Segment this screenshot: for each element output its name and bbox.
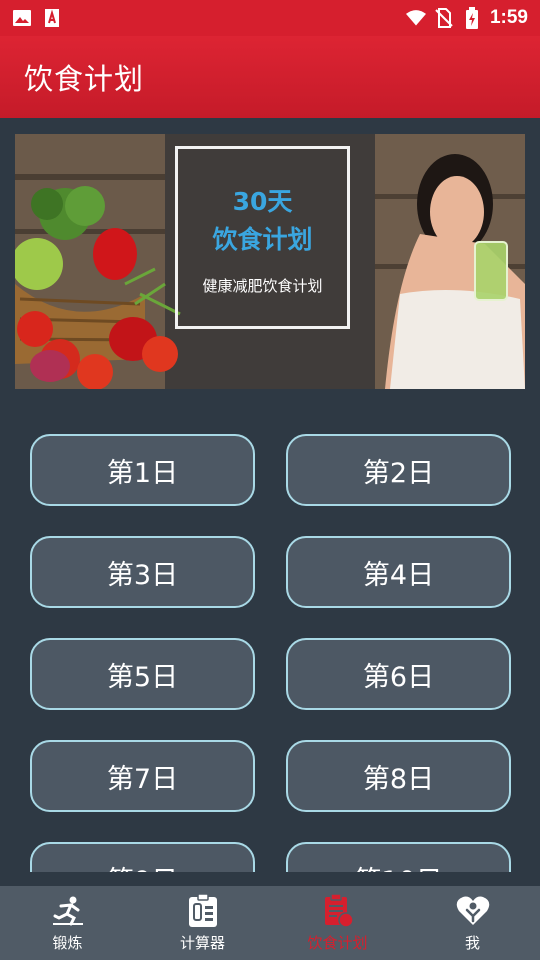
- status-bar: 1:59: [0, 0, 540, 36]
- day-3-button[interactable]: 第3日: [30, 536, 255, 608]
- day-6-button[interactable]: 第6日: [286, 638, 511, 710]
- wifi-icon: [405, 8, 426, 28]
- day-8-button[interactable]: 第8日: [286, 740, 511, 812]
- day-1-button[interactable]: 第1日: [30, 434, 255, 506]
- nav-item-calculator[interactable]: 计算器: [135, 886, 270, 960]
- day-9-button[interactable]: 第9日: [30, 842, 255, 872]
- diet-plan-icon: [321, 893, 355, 928]
- heart-person-icon: [456, 894, 490, 928]
- bottom-nav: 锻炼 计算器 饮食计划 我: [0, 886, 540, 960]
- battery-charging-icon: [462, 7, 482, 29]
- page-title: 饮食计划: [24, 62, 145, 96]
- day-7-button[interactable]: 第7日: [30, 740, 255, 812]
- app-bar: 饮食计划: [0, 36, 540, 118]
- no-sim-icon: [434, 8, 454, 28]
- image-icon: [12, 8, 32, 28]
- banner-subtitle: 健康减肥饮食计划: [202, 277, 323, 295]
- nav-label-diet-plan: 饮食计划: [307, 933, 368, 952]
- day-list[interactable]: 第1日 第2日 第3日 第4日 第5日 第6日 第7日 第8日 第9日 第10日: [0, 400, 540, 872]
- nav-label-calculator: 计算器: [179, 933, 225, 952]
- nav-label-me: 我: [464, 933, 480, 952]
- nav-item-exercise[interactable]: 锻炼: [0, 886, 135, 960]
- calculator-icon: [186, 893, 220, 928]
- day-10-button[interactable]: 第10日: [286, 842, 511, 872]
- day-2-button[interactable]: 第2日: [286, 434, 511, 506]
- font-a-icon: [42, 8, 62, 28]
- banner-plan-title: 饮食计划: [212, 225, 313, 254]
- nav-item-diet-plan[interactable]: 饮食计划: [270, 886, 405, 960]
- running-icon: [51, 894, 85, 928]
- nav-item-me[interactable]: 我: [405, 886, 540, 960]
- banner-image: 30天 饮食计划 健康减肥饮食计划: [15, 134, 525, 389]
- nav-label-exercise: 锻炼: [52, 933, 83, 952]
- banner-days: 30天: [232, 187, 293, 216]
- day-5-button[interactable]: 第5日: [30, 638, 255, 710]
- day-4-button[interactable]: 第4日: [286, 536, 511, 608]
- status-time: 1:59: [489, 7, 528, 28]
